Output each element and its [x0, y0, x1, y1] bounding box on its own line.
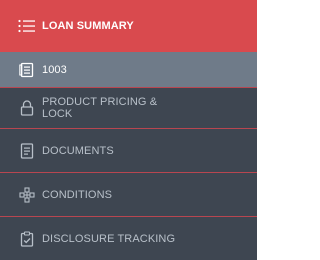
list-icon	[18, 17, 36, 35]
sidebar-item-label-line2: LOCK	[42, 108, 73, 120]
sidebar-item-documents[interactable]: DOCUMENTS	[0, 129, 257, 172]
form-icon	[18, 61, 36, 79]
sidebar-item-label: CONDITIONS	[42, 188, 113, 201]
sidebar-header-loan-summary[interactable]: LOAN SUMMARY	[0, 0, 257, 52]
sidebar-item-conditions[interactable]: CONDITIONS	[0, 173, 257, 216]
lock-icon	[18, 99, 36, 117]
sidebar-item-label: 1003	[42, 63, 67, 76]
document-icon	[18, 142, 36, 160]
sidebar-item-disclosure-tracking[interactable]: DISCLOSURE TRACKING	[0, 217, 257, 260]
sidebar-header-label: LOAN SUMMARY	[42, 20, 134, 32]
sidebar-item-label-line1: PRODUCT PRICING &	[42, 96, 158, 108]
sidebar-item-1003[interactable]: 1003	[0, 52, 257, 87]
clipboard-check-icon	[18, 230, 36, 248]
sidebar-item-label: DOCUMENTS	[42, 144, 114, 157]
sidebar-item-product-pricing-lock[interactable]: PRODUCT PRICING & LOCK	[0, 88, 257, 128]
loan-sidebar: LOAN SUMMARY 1003 PRODUCT PRICING & LOCK	[0, 0, 257, 260]
conditions-icon	[18, 186, 36, 204]
sidebar-item-label: DISCLOSURE TRACKING	[42, 232, 176, 245]
